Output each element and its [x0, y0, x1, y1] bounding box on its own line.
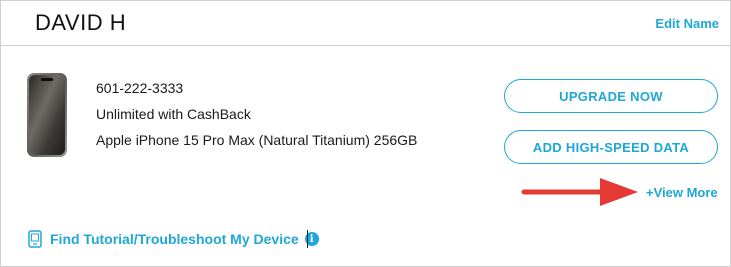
- view-more-link[interactable]: +View More: [646, 185, 718, 200]
- device-name: Apple iPhone 15 Pro Max (Natural Titaniu…: [96, 132, 418, 148]
- phone-help-icon: [28, 230, 42, 248]
- text-cursor: [307, 230, 308, 248]
- plan-name: Unlimited with CashBack: [96, 106, 251, 122]
- phone-number: 601-222-3333: [96, 80, 184, 96]
- add-high-speed-data-button[interactable]: ADD HIGH-SPEED DATA: [504, 130, 718, 164]
- line-details: 601-222-3333 Unlimited with CashBack App…: [96, 75, 417, 153]
- edit-name-link[interactable]: Edit Name: [655, 16, 719, 31]
- owner-name: DAVID H: [35, 10, 127, 35]
- upgrade-now-button[interactable]: UPGRADE NOW: [504, 79, 718, 113]
- device-image: [27, 73, 67, 157]
- find-tutorial-link[interactable]: Find Tutorial/Troubleshoot My Device i: [28, 230, 319, 248]
- line-card: DAVID H Edit Name 601-222-3333 Unlimited…: [0, 0, 731, 267]
- red-arrow-icon: [521, 178, 638, 206]
- find-tutorial-label: Find Tutorial/Troubleshoot My Device: [50, 231, 299, 247]
- card-header: DAVID H Edit Name: [1, 1, 730, 46]
